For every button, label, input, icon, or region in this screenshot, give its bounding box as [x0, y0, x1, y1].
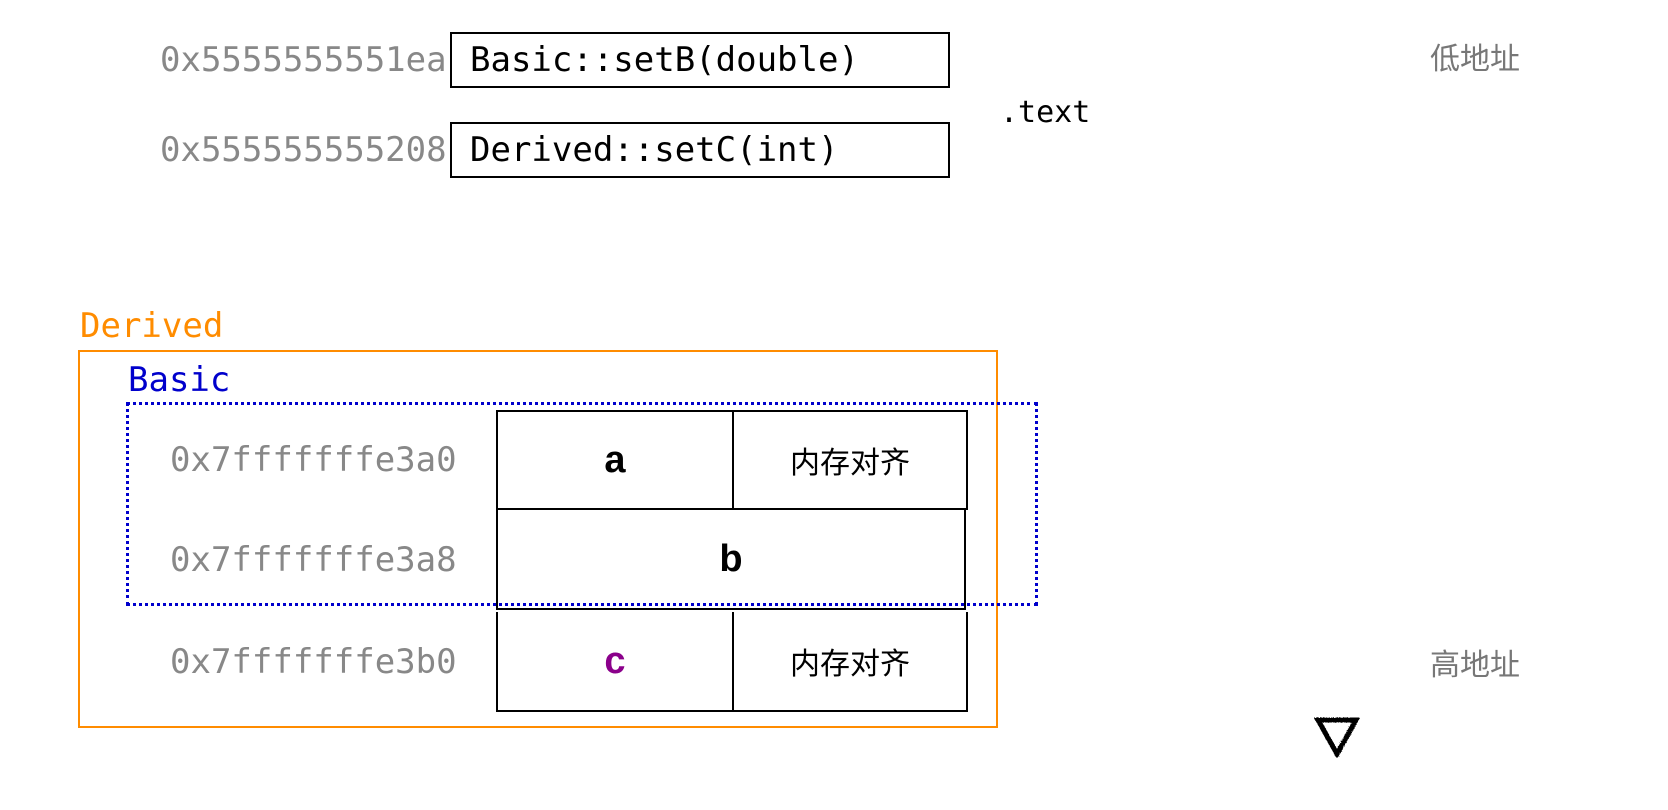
memory-row: 0x7fffffffe3a0 a 内存对齐: [170, 410, 968, 510]
text-segment-label: .text: [1000, 95, 1090, 130]
memory-address: 0x7fffffffe3a8: [170, 540, 496, 580]
function-row: 0x5555555551ea Basic::setB(double): [160, 32, 950, 88]
memory-address: 0x7fffffffe3a0: [170, 440, 496, 480]
memory-row: 0x7fffffffe3a8 b: [170, 510, 966, 610]
low-address-label: 低地址: [1430, 34, 1520, 78]
field-cell-b: b: [496, 510, 966, 610]
memory-address: 0x7fffffffe3b0: [170, 642, 496, 682]
memory-row: 0x7fffffffe3b0 c 内存对齐: [170, 612, 968, 712]
high-address-label: 高地址: [1430, 640, 1520, 684]
memory-direction-arrow: [1312, 24, 1362, 768]
function-row: 0x555555555208 Derived::setC(int): [160, 122, 950, 178]
derived-class-label: Derived: [80, 306, 223, 346]
padding-cell: 内存对齐: [732, 612, 968, 712]
function-signature-box: Derived::setC(int): [450, 122, 950, 178]
text-section: 0x5555555551ea Basic::setB(double) 0x555…: [160, 32, 950, 212]
function-signature-box: Basic::setB(double): [450, 32, 950, 88]
padding-cell: 内存对齐: [732, 410, 968, 510]
field-cell-c: c: [496, 612, 732, 712]
function-address: 0x555555555208: [160, 130, 450, 170]
function-address: 0x5555555551ea: [160, 40, 450, 80]
field-cell-a: a: [496, 410, 732, 510]
basic-class-label: Basic: [128, 360, 230, 400]
